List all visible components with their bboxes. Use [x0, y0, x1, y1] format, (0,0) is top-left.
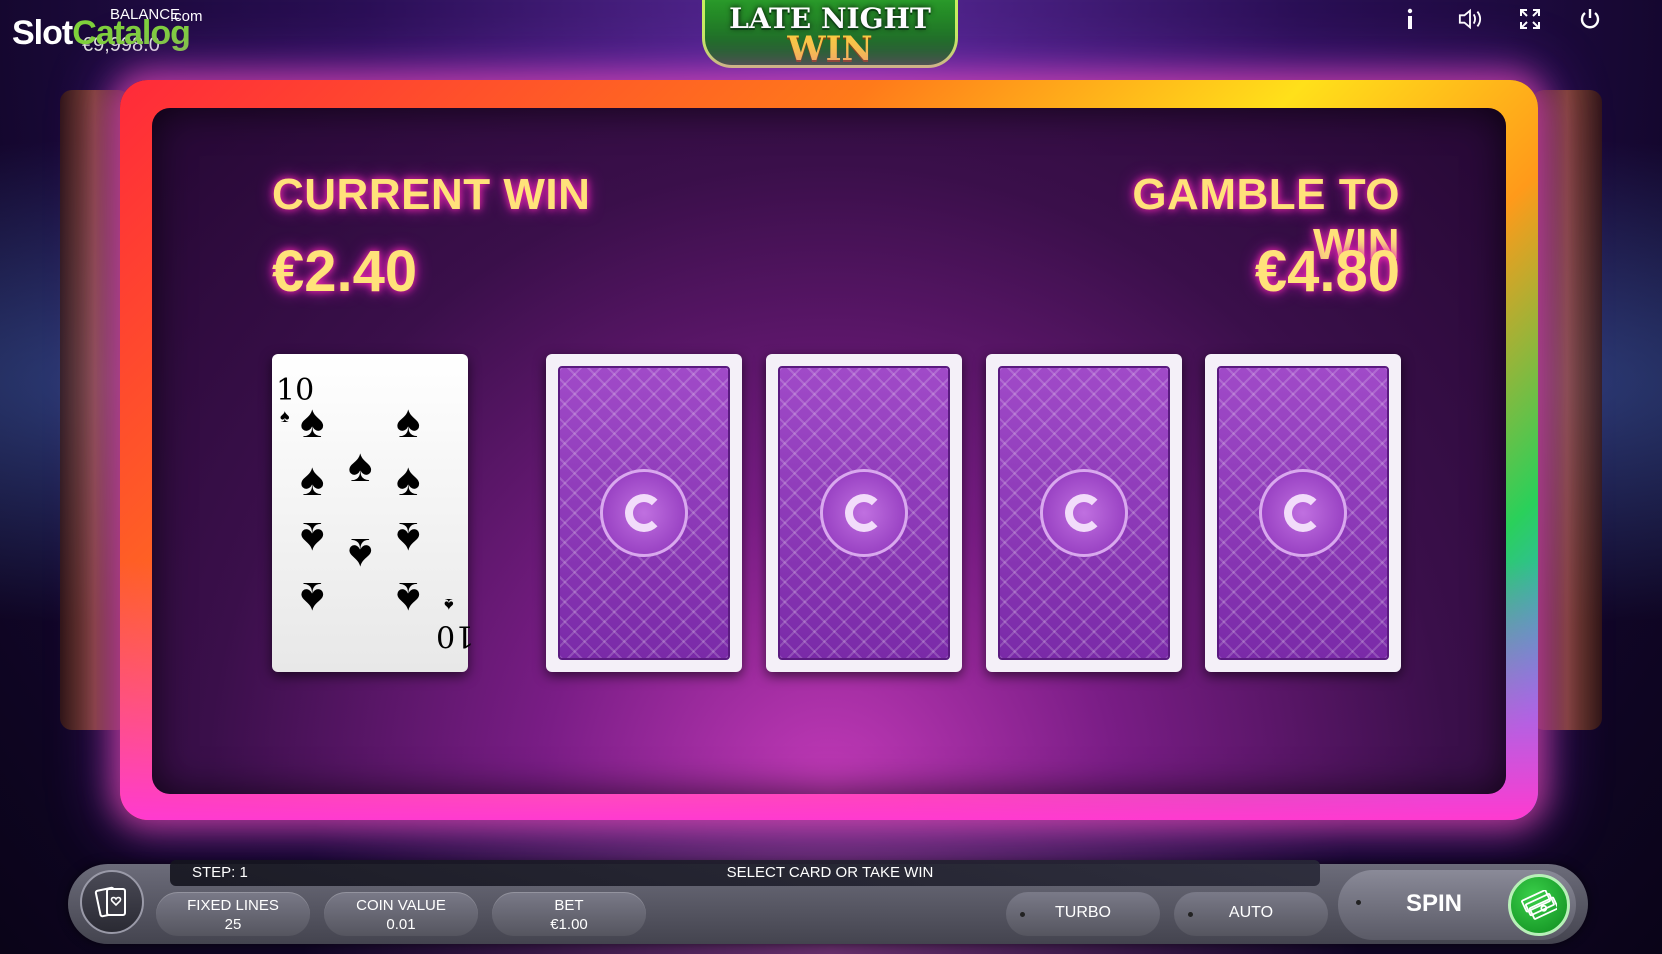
card-back-emblem-icon — [1040, 469, 1128, 557]
gamble-step: STEP: 1 — [192, 864, 248, 881]
card-back-pattern — [1217, 366, 1389, 660]
hidden-card-4[interactable] — [1205, 354, 1401, 672]
spade-icon: ♠ — [280, 406, 290, 426]
spade-icon: ♠ — [348, 439, 373, 491]
fixed-lines-label: FIXED LINES — [187, 897, 279, 914]
spade-icon: ♠ — [396, 453, 421, 505]
card-rank-bottom: 10 — [436, 618, 475, 653]
gamble-button[interactable] — [80, 870, 144, 934]
watermark-slot: Slot — [12, 14, 73, 52]
cash-stack-icon — [1521, 890, 1557, 920]
game-logo: LATE NIGHT WIN — [702, 0, 958, 68]
coin-value-label: COIN VALUE — [356, 897, 446, 914]
spade-icon: ♠ — [300, 453, 325, 505]
current-win-label: CURRENT WIN — [272, 170, 591, 219]
bet-value: €1.00 — [550, 916, 588, 933]
turbo-toggle[interactable]: TURBO — [1006, 892, 1160, 936]
spade-icon: ♠ — [348, 529, 373, 581]
card-back-pattern — [558, 366, 730, 660]
spade-icon: ♠ — [444, 595, 454, 615]
coin-value-value: 0.01 — [386, 916, 416, 933]
card-back-emblem-icon — [600, 469, 688, 557]
auto-label: AUTO — [1228, 904, 1274, 921]
status-message: SELECT CARD OR TAKE WIN — [726, 864, 934, 881]
gamble-cards-icon — [94, 886, 126, 918]
card-back-pattern — [778, 366, 950, 660]
spin-label: SPIN — [1406, 890, 1463, 917]
stage-pillar-right — [1532, 90, 1602, 730]
fixed-lines-value: 25 — [224, 916, 242, 933]
hidden-card-3[interactable] — [986, 354, 1182, 672]
info-icon[interactable] — [1398, 6, 1422, 32]
watermark-logo: SlotCatalog — [12, 14, 191, 53]
spade-icon: ♠ — [396, 573, 421, 625]
card-back-pattern — [998, 366, 1170, 660]
card-back-emblem-icon — [1259, 469, 1347, 557]
spade-icon: ♠ — [300, 573, 325, 625]
hidden-card-2[interactable] — [766, 354, 962, 672]
card-back-emblem-icon — [820, 469, 908, 557]
spin-indicator — [1356, 900, 1361, 905]
spade-icon: ♠ — [300, 513, 325, 565]
current-win-value: €2.40 — [272, 239, 418, 304]
spade-icon: ♠ — [396, 395, 421, 447]
power-icon[interactable] — [1578, 6, 1602, 32]
hidden-card-1[interactable] — [546, 354, 742, 672]
watermark-catalog: Catalog — [72, 14, 191, 52]
spade-icon: ♠ — [300, 395, 325, 447]
gamble-to-win-value: €4.80 — [1254, 239, 1400, 304]
coin-value-selector[interactable]: COIN VALUE 0.01 — [324, 892, 478, 936]
top-icon-bar — [1398, 6, 1602, 32]
take-win-button[interactable] — [1508, 874, 1570, 936]
game-logo-line2: WIN — [787, 29, 873, 69]
dealer-card-ten-of-spades: 10 ♠ ♠ ♠ ♠ ♠ ♠ ♠ ♠ ♠ ♠ ♠ ♠ 10 — [272, 354, 474, 672]
bet-selector[interactable]: BET €1.00 — [492, 892, 646, 936]
spin-control[interactable]: SPIN — [1338, 870, 1576, 940]
turbo-label: TURBO — [1055, 904, 1111, 921]
sound-icon[interactable] — [1458, 6, 1482, 32]
bet-label: BET — [554, 897, 584, 914]
fullscreen-icon[interactable] — [1518, 6, 1542, 32]
spade-icon: ♠ — [396, 513, 421, 565]
auto-toggle[interactable]: AUTO — [1174, 892, 1328, 936]
fixed-lines-display: FIXED LINES 25 — [156, 892, 310, 936]
